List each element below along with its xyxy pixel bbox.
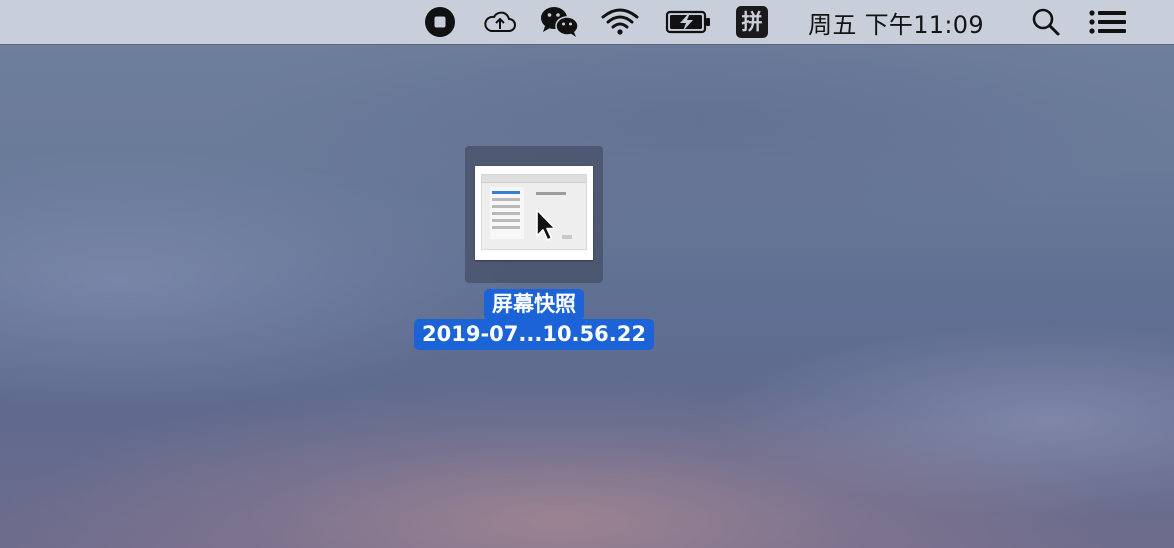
thumbnail-window (481, 174, 587, 250)
thumbnail-button (562, 235, 572, 239)
input-method-icon[interactable]: 拼 (734, 0, 770, 44)
wifi-icon[interactable] (598, 0, 642, 44)
thumbnail-row (492, 205, 520, 208)
thumbnail-sidebar (490, 187, 524, 239)
screenshot-file-icon[interactable] (465, 146, 603, 283)
menu-bar: 拼 周五 下午11:09 (0, 0, 1174, 44)
thumbnail-text (536, 192, 566, 195)
file-name-line2: 2019-07...10.56.22 (414, 319, 654, 350)
cloud-upload-icon[interactable] (480, 0, 520, 44)
menu-clock[interactable]: 周五 下午11:09 (796, 0, 996, 44)
thumbnail-titlebar (482, 175, 586, 183)
battery-charging-icon[interactable] (664, 0, 714, 44)
wechat-icon[interactable] (538, 0, 582, 44)
file-name-label[interactable]: 屏幕快照 2019-07...10.56.22 (412, 289, 656, 350)
file-name-line1: 屏幕快照 (484, 289, 584, 320)
search-icon[interactable] (1028, 0, 1064, 44)
thumbnail-row (492, 219, 520, 222)
thumbnail-row (492, 191, 520, 194)
mouse-pointer-icon (535, 209, 557, 247)
thumbnail-row (492, 198, 520, 201)
desktop[interactable]: 拼 周五 下午11:09 屏幕快照 2019-07...10.56.22 (0, 0, 1174, 548)
screenshot-thumbnail (475, 166, 593, 260)
thumbnail-row (492, 212, 520, 215)
thumbnail-row (492, 226, 520, 229)
record-stop-icon[interactable] (423, 0, 457, 44)
input-method-label: 拼 (736, 6, 768, 38)
notification-center-icon[interactable] (1086, 0, 1130, 44)
